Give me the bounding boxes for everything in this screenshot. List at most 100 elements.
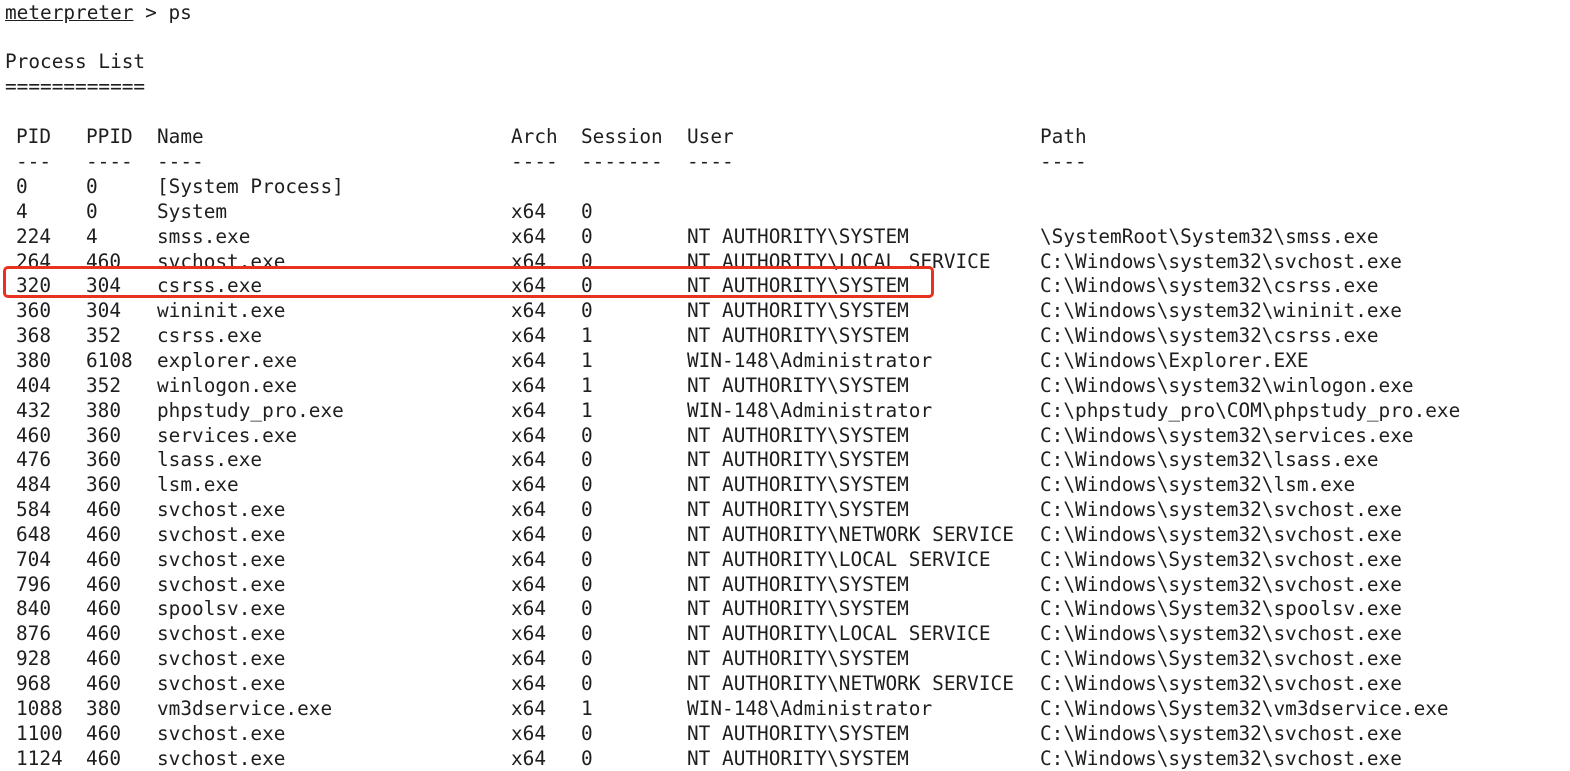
cell-arch: x64 — [511, 721, 547, 745]
cell-path: C:\Windows\System32\spoolsv.exe — [1040, 597, 1402, 621]
cell-pid: 380 — [16, 348, 52, 372]
cell-arch: x64 — [511, 746, 547, 770]
cell-ppid: 460 — [86, 249, 122, 273]
cell-arch: x64 — [511, 696, 547, 720]
cell-ppid: 460 — [86, 547, 122, 571]
cell-ppid: 460 — [86, 597, 122, 621]
cell-name: services.exe — [157, 423, 298, 447]
cell-arch: x64 — [511, 199, 547, 223]
cell-ppid: 460 — [86, 672, 122, 695]
cell-user: NT AUTHORITY\NETWORK SERVICE — [687, 522, 1014, 546]
cell-pid: 0 — [16, 175, 28, 198]
cell-name: svchost.exe — [157, 721, 286, 745]
cell-pid: 876 — [16, 622, 52, 646]
cell-path: C:\Windows\system32\svchost.exe — [1040, 249, 1402, 273]
cell-name: lsm.exe — [157, 473, 239, 497]
cell-ppid: 360 — [86, 423, 122, 447]
cell-name: svchost.exe — [157, 622, 286, 646]
cell-path: C:\Windows\system32\svchost.exe — [1040, 498, 1402, 522]
cell-pid: 484 — [16, 473, 52, 497]
cell-user: NT AUTHORITY\LOCAL SERVICE — [687, 622, 991, 646]
cell-arch: x64 — [511, 348, 547, 372]
cell-name: svchost.exe — [157, 746, 286, 770]
cell-session: 0 — [581, 224, 593, 248]
cell-ppid: 460 — [86, 522, 122, 546]
cell-pid: 796 — [16, 572, 52, 596]
cell-pid: 840 — [16, 597, 52, 621]
cell-pid: 460 — [16, 423, 52, 447]
cell-pid: 360 — [16, 299, 52, 323]
cell-arch: x64 — [511, 274, 547, 298]
cell-session: 1 — [581, 373, 593, 397]
cell-ppid: 352 — [86, 373, 122, 397]
cell-pid: 368 — [16, 324, 52, 348]
cell-arch: x64 — [511, 672, 547, 695]
cell-ppid: 460 — [86, 572, 122, 596]
cell-user: NT AUTHORITY\SYSTEM — [687, 473, 909, 497]
cell-session: 0 — [581, 672, 593, 695]
cell-ppid: 460 — [86, 647, 122, 671]
cell-user: NT AUTHORITY\NETWORK SERVICE — [687, 672, 1014, 695]
cell-user: NT AUTHORITY\LOCAL SERVICE — [687, 249, 991, 273]
cell-arch: x64 — [511, 597, 547, 621]
cell-user: WIN-148\Administrator — [687, 398, 933, 422]
cell-arch: x64 — [511, 373, 547, 397]
cell-user: NT AUTHORITY\SYSTEM — [687, 721, 909, 745]
cell-session: 0 — [581, 522, 593, 546]
cell-pid: 584 — [16, 498, 52, 522]
cell-name: vm3dservice.exe — [157, 696, 333, 720]
process-table-body: 0 0 [System Process] 4 0 System x64 0 224 4 smss.e… — [0, 0, 1570, 770]
cell-name: winlogon.exe — [157, 373, 298, 397]
cell-pid: 4 — [16, 199, 28, 223]
cell-user: NT AUTHORITY\SYSTEM — [687, 373, 909, 397]
cell-session: 0 — [581, 423, 593, 447]
cell-path: C:\Windows\system32\svchost.exe — [1040, 746, 1402, 770]
cell-name: System — [157, 199, 228, 223]
cell-session: 0 — [581, 547, 593, 571]
cell-name: svchost.exe — [157, 672, 286, 695]
cell-arch: x64 — [511, 622, 547, 646]
cell-pid: 320 — [16, 274, 52, 298]
cell-arch: x64 — [511, 448, 547, 472]
cell-path: C:\Windows\system32\wininit.exe — [1040, 299, 1402, 323]
cell-user: NT AUTHORITY\SYSTEM — [687, 224, 909, 248]
cell-pid: 1100 — [16, 721, 63, 745]
cell-path: C:\Windows\system32\csrss.exe — [1040, 324, 1379, 348]
cell-session: 0 — [581, 249, 593, 273]
cell-path: C:\Windows\system32\csrss.exe — [1040, 274, 1379, 298]
cell-ppid: 460 — [86, 498, 122, 522]
cell-name: svchost.exe — [157, 547, 286, 571]
cell-session: 0 — [581, 746, 593, 770]
cell-user: NT AUTHORITY\SYSTEM — [687, 448, 909, 472]
cell-arch: x64 — [511, 473, 547, 497]
cell-ppid: 460 — [86, 746, 122, 770]
cell-user: NT AUTHORITY\LOCAL SERVICE — [687, 547, 991, 571]
cell-user: NT AUTHORITY\SYSTEM — [687, 324, 909, 348]
cell-session: 0 — [581, 448, 593, 472]
cell-name: svchost.exe — [157, 498, 286, 522]
cell-name: svchost.exe — [157, 647, 286, 671]
cell-name: [System Process] — [157, 175, 344, 198]
cell-ppid: 360 — [86, 473, 122, 497]
cell-session: 0 — [581, 274, 593, 298]
cell-arch: x64 — [511, 522, 547, 546]
cell-ppid: 304 — [86, 299, 122, 323]
cell-session: 0 — [581, 572, 593, 596]
cell-session: 1 — [581, 324, 593, 348]
cell-session: 0 — [581, 498, 593, 522]
cell-pid: 264 — [16, 249, 52, 273]
cell-pid: 404 — [16, 373, 52, 397]
cell-user: NT AUTHORITY\SYSTEM — [687, 274, 909, 298]
cell-name: wininit.exe — [157, 299, 286, 323]
cell-path: C:\Windows\System32\svchost.exe — [1040, 547, 1402, 571]
cell-ppid: 380 — [86, 398, 122, 422]
cell-path: C:\Windows\system32\svchost.exe — [1040, 672, 1402, 695]
cell-path: C:\Windows\system32\svchost.exe — [1040, 622, 1402, 646]
cell-pid: 968 — [16, 672, 52, 695]
cell-arch: x64 — [511, 249, 547, 273]
cell-session: 0 — [581, 622, 593, 646]
cell-name: csrss.exe — [157, 274, 263, 298]
cell-user: NT AUTHORITY\SYSTEM — [687, 423, 909, 447]
cell-user: NT AUTHORITY\SYSTEM — [687, 647, 909, 671]
cell-path: C:\Windows\System32\svchost.exe — [1040, 647, 1402, 671]
